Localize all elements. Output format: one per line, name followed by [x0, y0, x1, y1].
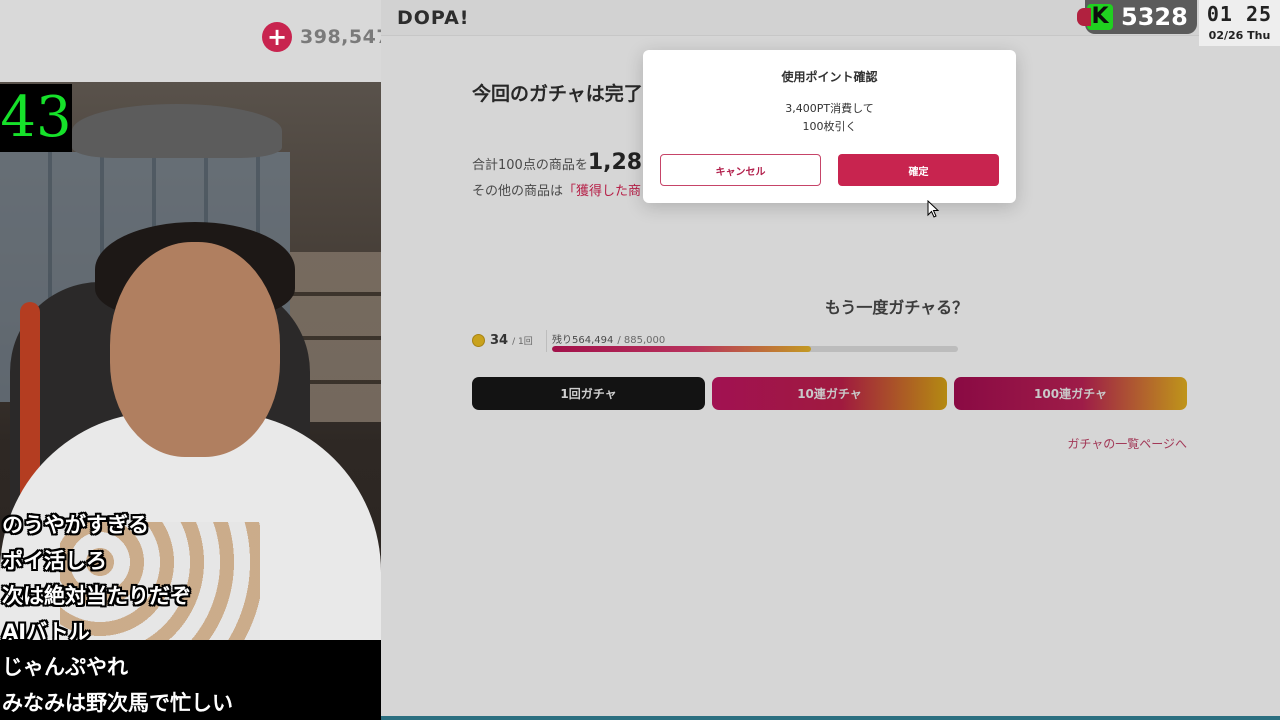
modal-draw-text: 100枚引く [802, 120, 857, 133]
modal-cost-text: 3,400PT消費して [785, 102, 874, 115]
cancel-button[interactable]: キャンセル [660, 154, 821, 186]
add-points-icon[interactable]: + [262, 22, 292, 52]
chat-message: みなみは野次馬で忙しい [2, 690, 233, 715]
clock-date: 02/26 Thu [1208, 29, 1271, 42]
again-heading-text: もう一度ガチャる？ [824, 298, 969, 317]
coin-icon [472, 334, 485, 347]
ten-gacha-button[interactable]: 10連ガチャ [712, 377, 947, 410]
clock-widget: 01 25 02/26 Thu [1199, 0, 1280, 46]
hundred-gacha-button[interactable]: 100連ガチャ [954, 377, 1187, 410]
divider [546, 330, 547, 352]
webcam-microphone-cover [72, 104, 282, 158]
remaining-total: / 885,000 [617, 335, 666, 346]
clock-time: 01 25 [1206, 2, 1273, 26]
bottom-accent-line [381, 716, 1280, 720]
modal-title: 使用ポイント確認 [781, 70, 878, 84]
result-summary-prefix: 合計100点の商品を [472, 158, 588, 173]
gacha-list-link[interactable]: ガチャの一覧ページへ [1067, 435, 1187, 452]
confirm-points-modal: 使用ポイント確認 3,400PT消費して 100枚引く キャンセル 確定 [643, 50, 1016, 203]
chat-message: 次は絶対当たりだぞ [2, 584, 191, 608]
badge-accent [1077, 8, 1091, 26]
chat-message: ポイ活しろ [2, 548, 107, 573]
acquired-items-link[interactable]: 「獲得した商 [563, 184, 641, 199]
remaining-stock: 残り564,494/ 885,000 [552, 331, 665, 346]
site-logo[interactable]: DOPA! [397, 7, 469, 29]
coin-value: 34 [490, 333, 509, 348]
confirm-button[interactable]: 確定 [838, 154, 999, 186]
stock-progress-bar [552, 346, 958, 352]
stream-top-bar: + 398,547 P [0, 0, 406, 82]
coin-per: / 1回 [512, 337, 533, 347]
again-heading: もう一度ガチャる？ [381, 294, 1280, 318]
chat-message: のうやがすぎる [2, 513, 149, 537]
viewer-counter: 43 [0, 84, 72, 152]
mouse-cursor-icon [927, 200, 939, 218]
kick-counter: K 5328 [1077, 0, 1197, 34]
kick-count: 5328 [1121, 3, 1188, 31]
result-note: その他の商品は「獲得した商 [472, 180, 641, 199]
stock-progress-fill [552, 346, 812, 352]
single-gacha-button[interactable]: 1回ガチャ [472, 377, 705, 410]
remaining-label: 残り564,494 [552, 335, 614, 346]
webcam-face [110, 242, 280, 457]
coin-cost: 34 / 1回 [472, 333, 533, 348]
chat-message: じゃんぷやれ [2, 655, 128, 679]
chat-message: AIバトル [2, 619, 90, 644]
points-value: 398,547 [300, 26, 391, 48]
chat-overlay: のうやがすぎる ポイ活しろ 次は絶対当たりだぞ AIバトル じゃんぷやれ みなみ… [0, 508, 381, 720]
result-title: 今回のガチャは完了 [472, 83, 643, 105]
result-summary: 合計100点の商品を1,285 [472, 150, 657, 175]
result-note-prefix: その他の商品は [472, 184, 564, 199]
